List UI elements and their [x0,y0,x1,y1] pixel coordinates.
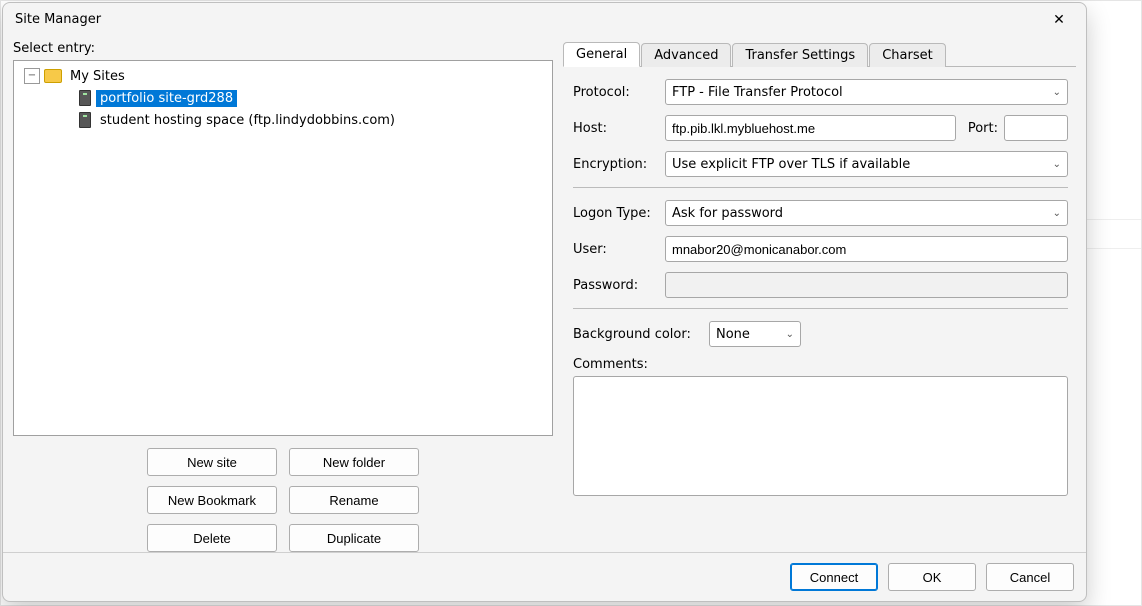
host-label: Host: [573,121,659,136]
separator [573,308,1068,309]
logon-type-label: Logon Type: [573,206,659,221]
protocol-select[interactable]: FTP - File Transfer Protocol ⌄ [665,79,1068,105]
host-input[interactable] [665,115,956,141]
port-label: Port: [968,121,998,136]
protocol-label: Protocol: [573,85,659,100]
tree-root[interactable]: − My Sites [14,65,552,87]
tab-transfer-settings[interactable]: Transfer Settings [732,43,868,67]
password-label: Password: [573,278,659,293]
logon-type-value: Ask for password [672,206,783,221]
tree-item[interactable]: portfolio site-grd288 [14,87,552,109]
close-button[interactable]: ✕ [1036,3,1082,35]
delete-button[interactable]: Delete [147,524,277,552]
new-folder-button[interactable]: New folder [289,448,419,476]
server-icon [79,90,91,106]
tab-charset[interactable]: Charset [869,43,946,67]
password-input [665,272,1068,298]
general-panel: Protocol: FTP - File Transfer Protocol ⌄… [563,67,1076,552]
new-site-button[interactable]: New site [147,448,277,476]
comments-label: Comments: [573,357,1068,372]
tree-item[interactable]: student hosting space (ftp.lindydobbins.… [14,109,552,131]
tab-general[interactable]: General [563,42,640,67]
dialog-title: Site Manager [15,12,101,27]
encryption-select[interactable]: Use explicit FTP over TLS if available ⌄ [665,151,1068,177]
chevron-down-icon: ⌄ [1053,87,1061,98]
logon-type-select[interactable]: Ask for password ⌄ [665,200,1068,226]
select-entry-label: Select entry: [13,41,553,56]
encryption-value: Use explicit FTP over TLS if available [672,157,910,172]
duplicate-button[interactable]: Duplicate [289,524,419,552]
site-manager-dialog: Site Manager ✕ Select entry: − My Sites [2,2,1087,602]
tree-root-label: My Sites [66,68,129,85]
folder-icon [44,69,62,83]
bg-color-select[interactable]: None ⌄ [709,321,801,347]
ok-button[interactable]: OK [888,563,976,591]
tree-spacer [58,112,74,128]
chevron-down-icon: ⌄ [1053,208,1061,219]
bg-color-value: None [716,327,750,342]
chevron-down-icon: ⌄ [1053,159,1061,170]
separator [573,187,1068,188]
port-input[interactable] [1004,115,1068,141]
titlebar: Site Manager ✕ [3,3,1086,35]
close-icon: ✕ [1053,11,1065,28]
connect-button[interactable]: Connect [790,563,878,591]
cancel-button[interactable]: Cancel [986,563,1074,591]
dialog-footer: Connect OK Cancel [3,552,1086,601]
protocol-value: FTP - File Transfer Protocol [672,85,843,100]
user-label: User: [573,242,659,257]
new-bookmark-button[interactable]: New Bookmark [147,486,277,514]
tab-strip: General Advanced Transfer Settings Chars… [563,41,1076,67]
bg-color-label: Background color: [573,327,703,342]
collapse-icon[interactable]: − [24,68,40,84]
encryption-label: Encryption: [573,157,659,172]
tree-spacer [58,90,74,106]
server-icon [79,112,91,128]
chevron-down-icon: ⌄ [786,329,794,340]
tree-item-label: portfolio site-grd288 [96,90,237,107]
comments-textarea[interactable] [573,376,1068,496]
tab-advanced[interactable]: Advanced [641,43,731,67]
tree-item-label: student hosting space (ftp.lindydobbins.… [96,112,399,129]
site-tree[interactable]: − My Sites portfolio site-grd288 student… [13,60,553,436]
user-input[interactable] [665,236,1068,262]
rename-button[interactable]: Rename [289,486,419,514]
